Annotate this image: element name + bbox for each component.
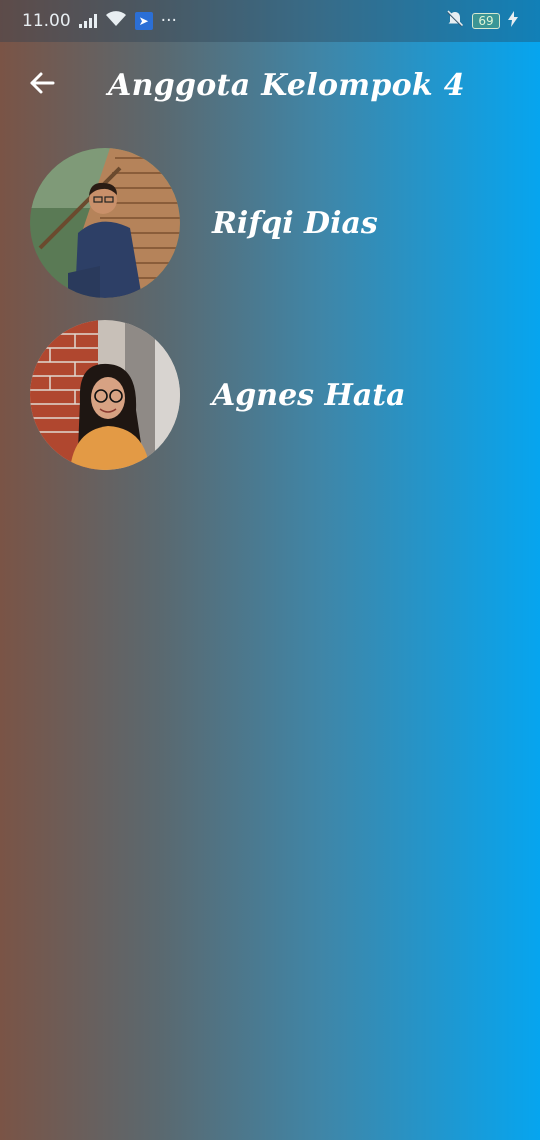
status-bar: 11.00 ➤ ··· 69 xyxy=(0,0,540,42)
arrow-back-icon[interactable] xyxy=(28,69,56,101)
member-name: Agnes Hata xyxy=(212,377,406,413)
runner-icon: ➤ xyxy=(134,12,153,30)
mute-bell-icon xyxy=(446,9,464,33)
avatar[interactable] xyxy=(30,320,180,470)
member-item-agnes[interactable]: Agnes Hata xyxy=(30,320,510,470)
back-button[interactable] xyxy=(20,63,64,107)
member-list: Rifqi Dias Agnes Hata xyxy=(30,148,510,492)
wifi-icon xyxy=(105,10,127,32)
status-right: 69 xyxy=(446,9,518,33)
status-time: 11.00 xyxy=(22,11,71,31)
photo-woman-by-brick-wall xyxy=(30,320,180,470)
signal-icon xyxy=(78,14,97,28)
status-left: 11.00 ➤ ··· xyxy=(22,10,177,32)
member-name: Rifqi Dias xyxy=(212,205,378,241)
more-indicator: ··· xyxy=(160,11,177,31)
app-bar: Anggota Kelompok 4 xyxy=(0,42,540,128)
member-item-rifqi[interactable]: Rifqi Dias xyxy=(30,148,510,298)
page-title: Anggota Kelompok 4 xyxy=(108,67,465,103)
battery-icon: 69 xyxy=(472,13,500,29)
charging-icon xyxy=(508,10,518,32)
avatar[interactable] xyxy=(30,148,180,298)
photo-man-on-wooden-stairs xyxy=(30,148,180,298)
